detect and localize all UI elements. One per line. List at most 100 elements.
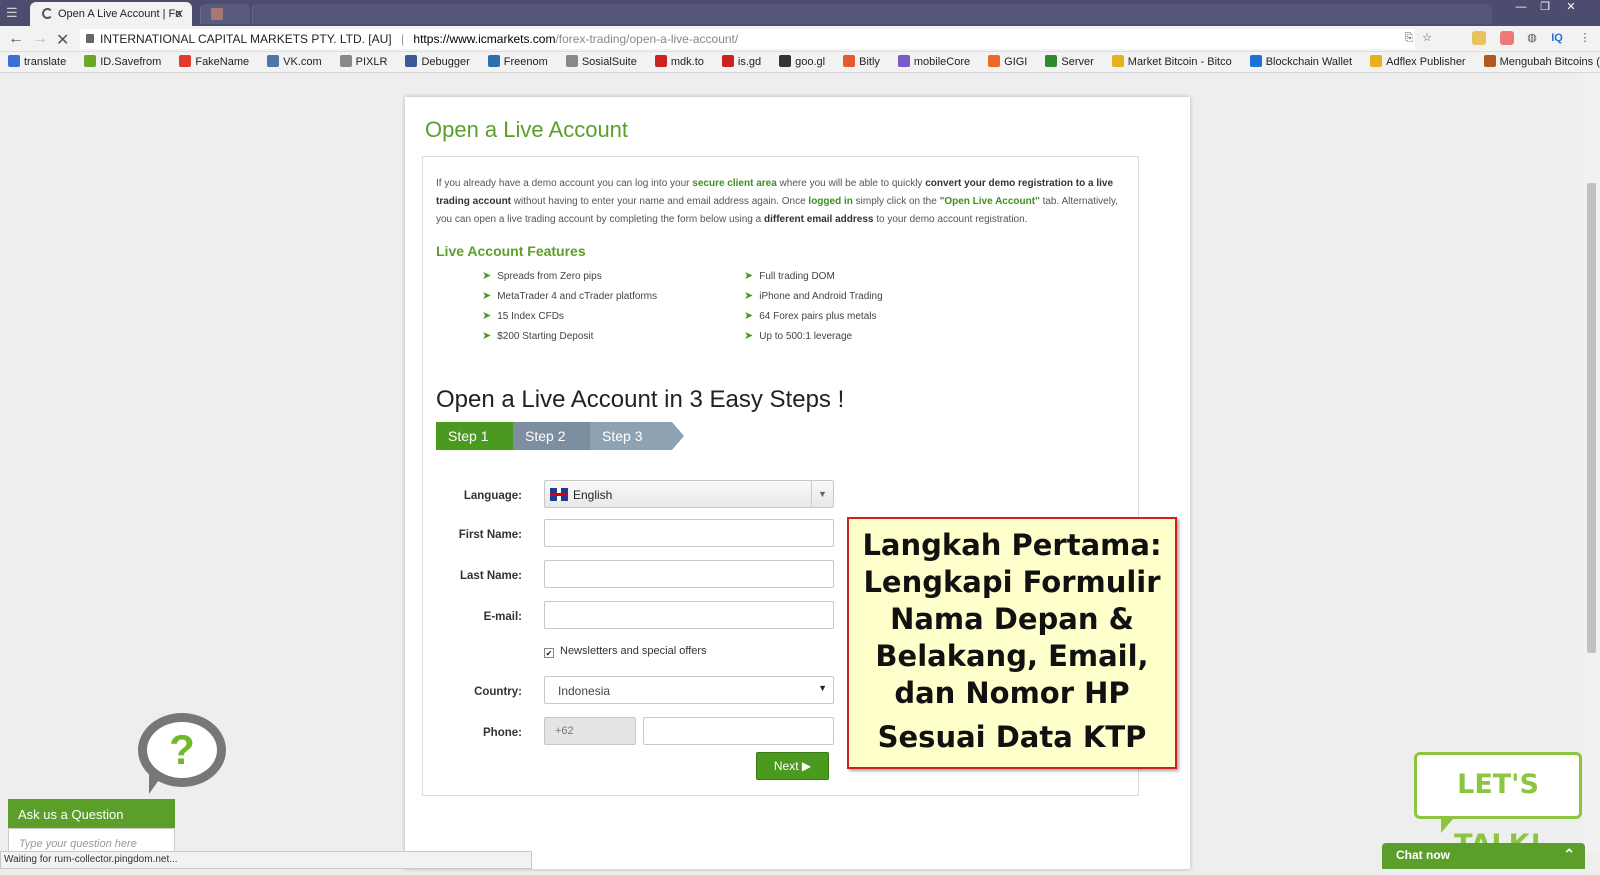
- chat-now-button[interactable]: Chat now ⌃: [1382, 843, 1585, 869]
- question-mark-icon: ?: [169, 726, 195, 773]
- iq-icon[interactable]: IQ: [1550, 31, 1564, 45]
- tab-strip-inactive[interactable]: [252, 4, 1492, 24]
- bookmark-label: Blockchain Wallet: [1265, 56, 1353, 68]
- bookmark-label: goo.gl: [795, 56, 826, 68]
- bookmark-item[interactable]: Market Bitcoin - Bitco: [1104, 52, 1232, 72]
- star-icon[interactable]: ☆: [1420, 31, 1434, 45]
- next-button[interactable]: Next ▶: [756, 752, 829, 780]
- bookmark-item[interactable]: mobileCore: [890, 52, 971, 72]
- scrollbar[interactable]: [1583, 73, 1600, 853]
- country-label: Country:: [474, 686, 522, 698]
- status-bar: Waiting for rum-collector.pingdom.net...: [0, 851, 532, 869]
- bookmark-item[interactable]: Freenom: [480, 52, 548, 72]
- bookmark-label: ID.Savefrom: [100, 56, 162, 68]
- close-window-icon[interactable]: ✕: [1560, 0, 1582, 14]
- feature-item: ➤ Full trading DOM: [744, 269, 835, 282]
- first-name-field[interactable]: [544, 519, 834, 547]
- scrollbar-thumb[interactable]: [1587, 183, 1596, 653]
- bookmark-item[interactable]: PIXLR: [332, 52, 387, 72]
- question-bubble-icon[interactable]: ?: [138, 713, 226, 794]
- bookmark-favicon-icon: [339, 55, 352, 67]
- feature-label: Up to 500:1 leverage: [759, 331, 853, 342]
- bookmark-label: VK.com: [283, 56, 322, 68]
- back-icon[interactable]: ←: [8, 30, 24, 48]
- bookmarks-bar: translate ID.Savefrom FakeName VK.com PIXLR D…: [0, 52, 1600, 73]
- globe-icon[interactable]: ◍: [1525, 31, 1539, 45]
- arrow-icon: ➤: [744, 310, 754, 322]
- bookmark-item[interactable]: Server: [1037, 52, 1094, 72]
- ask-question-title[interactable]: Ask us a Question: [8, 799, 175, 828]
- close-tab-icon[interactable]: ✕: [174, 7, 184, 21]
- bookmark-item[interactable]: GIGI: [980, 52, 1028, 72]
- bookmark-favicon-icon: [1483, 55, 1496, 67]
- bookmark-favicon-icon: [1249, 55, 1262, 67]
- feature-item: ➤ MetaTrader 4 and cTrader platforms: [482, 289, 657, 302]
- bookmark-item[interactable]: VK.com: [259, 52, 322, 72]
- arrow-icon: ➤: [482, 330, 492, 342]
- step-1-tab[interactable]: Step 1: [436, 422, 526, 450]
- menu-icon[interactable]: ⋮: [1578, 31, 1592, 45]
- email-field[interactable]: [544, 601, 834, 629]
- language-select[interactable]: English ▼: [544, 480, 834, 508]
- bookmark-item[interactable]: Mengubah Bitcoins (B: [1476, 52, 1600, 72]
- play-icon: ▶: [801, 759, 812, 773]
- arrow-icon: ➤: [482, 270, 492, 282]
- tab-title: Open A Live Account | Fo: [58, 8, 182, 20]
- newsletter-checkbox[interactable]: ✔: [544, 648, 554, 658]
- tab-active[interactable]: Open A Live Account | Fo ✕: [30, 2, 192, 26]
- url-input[interactable]: INTERNATIONAL CAPITAL MARKETS PTY. LTD. …: [80, 29, 1415, 49]
- extension-icon[interactable]: [1472, 31, 1486, 45]
- feature-item: ➤ Spreads from Zero pips: [482, 269, 602, 282]
- extension-badge-icon[interactable]: [1500, 31, 1514, 45]
- bookmark-item[interactable]: Adflex Publisher: [1362, 52, 1466, 72]
- maximize-icon[interactable]: ❐: [1534, 0, 1556, 14]
- profile-icon[interactable]: ☰: [6, 5, 22, 20]
- bookmark-item[interactable]: mdk.to: [647, 52, 704, 72]
- step-3-tab[interactable]: Step 3: [590, 422, 684, 450]
- minimize-icon[interactable]: —: [1510, 0, 1532, 14]
- secure-client-area-link[interactable]: secure client area: [692, 178, 777, 189]
- bookmark-item[interactable]: is.gd: [714, 52, 761, 72]
- feature-label: Full trading DOM: [759, 271, 835, 282]
- bookmark-item[interactable]: translate: [0, 52, 67, 72]
- bookmark-item[interactable]: Blockchain Wallet: [1242, 52, 1353, 72]
- intro-text: If you already have a demo account you c…: [436, 175, 1126, 229]
- step-2-tab[interactable]: Step 2: [513, 422, 607, 450]
- feature-item: ➤ iPhone and Android Trading: [744, 289, 883, 302]
- stop-icon[interactable]: ✕: [56, 30, 69, 50]
- feature-item: ➤ $200 Starting Deposit: [482, 329, 593, 342]
- callout-sub-text: Sesuai Data KTP: [877, 720, 1147, 754]
- bookmark-item[interactable]: SosialSuite: [558, 52, 637, 72]
- url-host: https://www.icmarkets.com: [413, 32, 556, 46]
- url-path: /forex-trading/open-a-live-account/: [555, 32, 739, 46]
- bookmark-label: Bitly: [859, 56, 880, 68]
- forward-icon[interactable]: →: [32, 30, 48, 48]
- bookmark-label: mobileCore: [913, 56, 971, 68]
- bookmark-item[interactable]: Bitly: [835, 52, 880, 72]
- country-value: Indonesia: [558, 684, 611, 698]
- bookmark-label: translate: [24, 56, 67, 68]
- last-name-label: Last Name:: [460, 570, 522, 582]
- bookmark-label: Debugger: [421, 56, 470, 68]
- bookmark-favicon-icon: [1370, 55, 1383, 67]
- logged-in-link[interactable]: logged in: [808, 196, 852, 207]
- bookmark-item[interactable]: goo.gl: [771, 52, 826, 72]
- last-name-field[interactable]: [544, 560, 834, 588]
- bookmark-item[interactable]: ID.Savefrom: [76, 52, 162, 72]
- bookmark-item[interactable]: Debugger: [397, 52, 470, 72]
- chevron-up-icon: ⌃: [1563, 846, 1575, 862]
- phone-number-field[interactable]: [643, 717, 834, 745]
- address-bar-row: ← → ✕ INTERNATIONAL CAPITAL MARKETS PTY.…: [0, 26, 1600, 52]
- bookmark-favicon-icon: [843, 55, 856, 67]
- translate-icon[interactable]: ⎘: [1402, 31, 1416, 45]
- bookmark-item[interactable]: FakeName: [171, 52, 249, 72]
- site-identity: INTERNATIONAL CAPITAL MARKETS PTY. LTD. …: [100, 32, 392, 46]
- arrow-icon: ➤: [482, 310, 492, 322]
- bookmark-label: GIGI: [1004, 56, 1028, 68]
- feature-label: MetaTrader 4 and cTrader platforms: [497, 291, 658, 302]
- lets-talk-badge[interactable]: LET'S TALK!: [1414, 752, 1582, 860]
- tab-bar: ☰ Open A Live Account | Fo ✕ — ❐ ✕: [0, 0, 1600, 26]
- bookmark-label: Freenom: [503, 56, 548, 68]
- tab-inactive[interactable]: [200, 4, 250, 24]
- country-select[interactable]: Indonesia ▼: [544, 676, 834, 704]
